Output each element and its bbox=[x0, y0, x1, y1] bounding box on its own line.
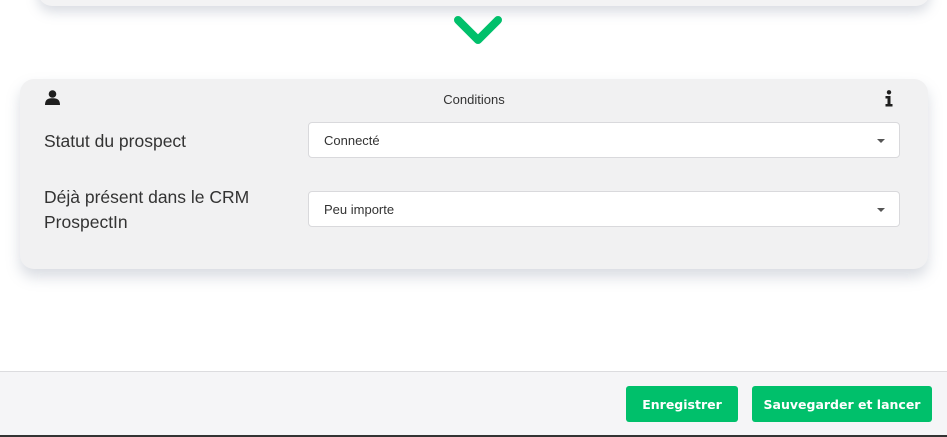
info-icon[interactable] bbox=[883, 90, 895, 107]
save-and-launch-button[interactable]: Sauvegarder et lancer bbox=[752, 386, 932, 422]
conditions-card: Conditions Statut du prospect Connecté D… bbox=[20, 79, 928, 269]
card-header: Conditions bbox=[20, 79, 928, 119]
caret-down-icon bbox=[877, 208, 885, 212]
crm-presence-value: Peu importe bbox=[324, 202, 395, 217]
prospect-status-value: Connecté bbox=[324, 133, 380, 148]
footer-bar: Enregistrer Sauvegarder et lancer bbox=[0, 371, 947, 437]
card-title: Conditions bbox=[443, 92, 505, 107]
condition-label-prospect-status: Statut du prospect bbox=[44, 131, 187, 151]
prospect-status-select[interactable]: Connecté bbox=[308, 122, 900, 158]
crm-presence-select[interactable]: Peu importe bbox=[308, 191, 900, 227]
chevron-down-icon bbox=[454, 16, 502, 44]
condition-label-crm-presence: Déjà présent dans le CRM ProspectIn bbox=[44, 187, 250, 232]
save-button[interactable]: Enregistrer bbox=[626, 386, 738, 422]
caret-down-icon bbox=[877, 139, 885, 143]
previous-step-card bbox=[38, 0, 930, 6]
